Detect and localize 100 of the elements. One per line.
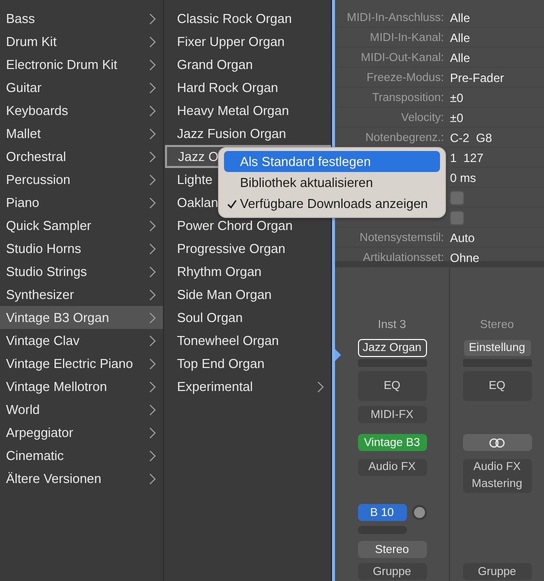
patch-item[interactable]: Power Chord Organ	[164, 214, 331, 237]
category-item[interactable]: Keyboards	[0, 99, 163, 122]
category-item[interactable]: Synthesizer	[0, 283, 163, 306]
chevron-icon	[149, 312, 156, 324]
patch-item[interactable]: Jazz Fusion Organ	[164, 122, 331, 145]
category-item[interactable]: Vintage Mellotron	[0, 375, 163, 398]
field-value[interactable]: Pre-Fader	[450, 70, 504, 84]
patch-item[interactable]: Tonewheel Organ	[164, 329, 331, 352]
category-item[interactable]: Vintage B3 Organ	[0, 306, 163, 329]
chevron-icon	[149, 242, 156, 254]
patch-item[interactable]: Hard Rock Organ	[164, 76, 331, 99]
chevron-icon	[149, 266, 156, 278]
patch-item[interactable]: Rhythm Organ	[164, 260, 331, 283]
patch-item[interactable]: Heavy Metal Organ	[164, 99, 331, 122]
field-label: Freeze-Modus:	[366, 72, 445, 84]
checkbox[interactable]	[450, 210, 464, 224]
category-item[interactable]: Studio Horns	[0, 237, 163, 260]
category-item[interactable]: Arpeggiator	[0, 421, 163, 444]
chevron-icon	[149, 358, 156, 370]
field-label: Velocity:	[400, 112, 445, 124]
group-slot[interactable]: Gruppe	[358, 563, 426, 580]
output-button[interactable]: Stereo	[358, 541, 426, 558]
field-value[interactable]: Alle	[450, 50, 470, 64]
chevron-icon	[149, 380, 156, 392]
patch-item[interactable]: Top End Organ	[164, 352, 331, 375]
category-item[interactable]: Guitar	[0, 76, 163, 99]
chevron-icon	[149, 334, 156, 346]
patch-item[interactable]: Classic Rock Organ	[164, 7, 331, 30]
chevron-icon	[149, 12, 156, 24]
category-item[interactable]: Quick Sampler	[0, 214, 163, 237]
patch-item[interactable]: Fixer Upper Organ	[164, 30, 331, 53]
chevron-icon	[149, 404, 156, 416]
category-item[interactable]: Studio Strings	[0, 260, 163, 283]
check-icon	[227, 198, 237, 208]
link-rings-icon	[489, 438, 505, 448]
patch-item[interactable]: Soul Organ	[164, 306, 331, 329]
field-value[interactable]: 0 ms	[450, 170, 476, 184]
category-item[interactable]: Orchestral	[0, 145, 163, 168]
patch-item[interactable]: Progressive Organ	[164, 237, 331, 260]
menu-item[interactable]: Verfügbare Downloads anzeigen	[224, 193, 440, 214]
chevron-icon	[149, 174, 156, 186]
group-slot[interactable]: Gruppe	[462, 563, 532, 580]
chevron-icon	[149, 426, 156, 438]
patch-item[interactable]: Experimental	[164, 375, 331, 398]
send-button[interactable]: B 10	[358, 504, 406, 521]
category-item[interactable]: Ältere Versionen	[0, 467, 163, 490]
field-value[interactable]: 1 127	[450, 150, 484, 164]
menu-item[interactable]: Als Standard festlegen	[224, 151, 440, 172]
chevron-icon	[149, 82, 156, 94]
chevron-icon	[149, 128, 156, 140]
field-label: MIDI-In-Kanal:	[368, 32, 445, 44]
eq-slot[interactable]: EQ	[462, 371, 532, 401]
chevron-icon	[149, 196, 156, 208]
category-item[interactable]: Vintage Clav	[0, 329, 163, 352]
field-value[interactable]: Auto	[450, 230, 475, 244]
audio-fx-slot[interactable]: Audio FX Mastering	[462, 459, 532, 493]
chevron-icon	[149, 220, 156, 232]
chevron-icon	[149, 288, 156, 300]
field-label: Notensystemstil:	[358, 232, 445, 244]
eq-slot[interactable]: EQ	[358, 371, 426, 401]
patch-item[interactable]: Side Man Organ	[164, 283, 331, 306]
chevron-icon	[149, 104, 156, 116]
instrument-slot[interactable]: Vintage B3	[358, 434, 426, 451]
chevron-icon	[149, 36, 156, 48]
checkbox[interactable]	[450, 190, 464, 204]
send-knob[interactable]	[412, 505, 426, 520]
category-item[interactable]: Piano	[0, 191, 163, 214]
patch-item[interactable]: Grand Organ	[164, 53, 331, 76]
category-item[interactable]: Bass	[0, 7, 163, 30]
field-value[interactable]: Ohne	[450, 250, 480, 264]
field-label: Notenbegrenz.:	[364, 132, 445, 144]
category-item[interactable]: Electronic Drum Kit	[0, 53, 163, 76]
chevron-icon	[149, 150, 156, 162]
field-value[interactable]: ±0	[450, 110, 464, 124]
audio-fx-slot[interactable]: Audio FX	[358, 459, 426, 476]
field-label: Artikulationsset:	[362, 252, 445, 264]
field-label: MIDI-Out-Kanal:	[360, 52, 445, 64]
chevron-icon	[149, 58, 156, 70]
menu-item[interactable]: Bibliothek aktualisieren	[224, 172, 440, 193]
channel-name: Stereo	[479, 318, 515, 333]
field-value[interactable]: ±0	[450, 90, 464, 104]
setting-button[interactable]: Jazz Organ	[358, 339, 426, 357]
chevron-icon	[317, 380, 324, 392]
field-value[interactable]: Alle	[450, 30, 470, 44]
midi-fx-slot[interactable]: MIDI-FX	[358, 406, 426, 423]
chevron-icon	[149, 472, 156, 484]
field-value[interactable]: Alle	[450, 10, 470, 24]
field-label: MIDI-In-Anschluss:	[346, 12, 445, 24]
setting-button[interactable]: Einstellung	[462, 339, 532, 357]
category-item[interactable]: Cinematic	[0, 444, 163, 467]
field-label: Transposition:	[371, 92, 445, 104]
category-item[interactable]: Percussion	[0, 168, 163, 191]
chevron-icon	[149, 450, 156, 462]
category-item[interactable]: World	[0, 398, 163, 421]
channel-name: Inst 3	[376, 318, 408, 333]
category-item[interactable]: Drum Kit	[0, 30, 163, 53]
link-button[interactable]	[462, 434, 532, 451]
category-item[interactable]: Mallet	[0, 122, 163, 145]
field-value[interactable]: C-2 G8	[450, 130, 492, 144]
category-item[interactable]: Vintage Electric Piano	[0, 352, 163, 375]
